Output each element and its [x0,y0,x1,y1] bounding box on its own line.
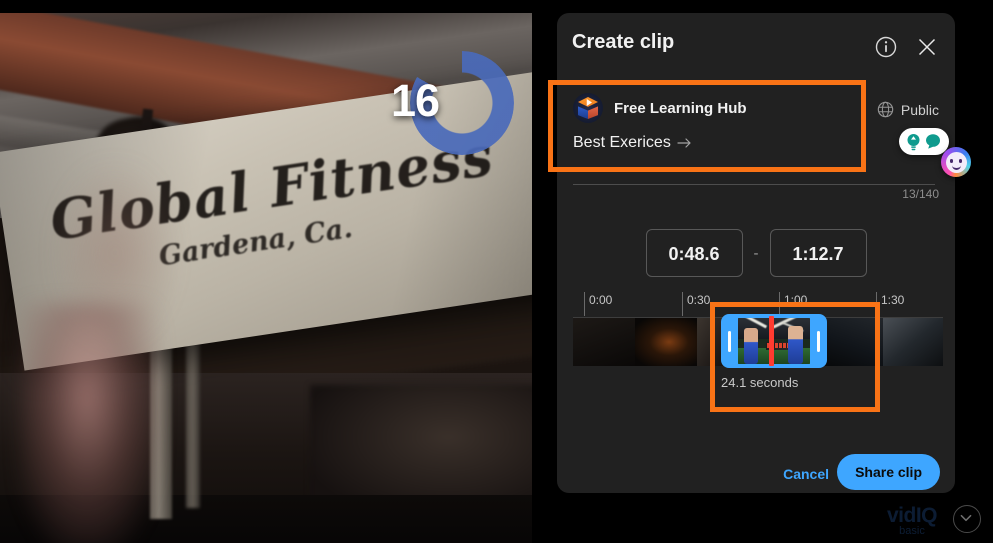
filmstrip-frame [821,318,883,366]
clip-selection-handle[interactable] [721,314,827,368]
mouse-cursor-arrow-icon [677,136,693,150]
clip-title-row[interactable]: Best Exerices [573,134,693,152]
channel-avatar-icon [573,93,603,123]
character-counter: 13/140 [902,187,939,201]
close-icon[interactable] [915,35,939,59]
share-clip-button[interactable]: Share clip [837,454,940,490]
timeline-tick [584,292,585,316]
assistant-avatar[interactable] [941,147,971,177]
assistant-badge[interactable] [899,128,949,155]
page-title: Create clip [572,31,675,53]
visibility-row[interactable]: Public [877,101,939,118]
video-person-motion-blur [20,303,160,543]
selection-grip-left[interactable] [728,331,731,352]
vidiq-watermark: vidIQ basic [886,504,938,537]
timeline-ruler: 0:00 0:30 1:00 1:30 [573,290,943,316]
clip-timeline[interactable]: 0:00 0:30 1:00 1:30 24.1 seconds [573,290,943,390]
visibility-label: Public [900,101,939,118]
timeline-tick [682,292,683,316]
cancel-button[interactable]: Cancel [783,466,829,482]
selection-grip-right[interactable] [817,331,820,352]
clip-end-time-input[interactable]: 1:12.7 [769,229,867,277]
create-clip-dialog: Create clip Free Learning Hub Best Exeri… [557,13,955,493]
filmstrip-frame [635,318,697,366]
playhead-indicator[interactable] [769,316,774,366]
channel-row: Free Learning Hub [573,93,747,123]
clip-title-input[interactable]: Best Exerices [573,134,671,152]
screenshot-root: Global Fitness Gardena, Ca. 16 Create cl… [0,0,993,543]
timeline-tick-label: 0:30 [687,293,711,307]
clip-duration-label: 24.1 seconds [721,375,799,390]
vidiq-brand: vidIQ [886,504,938,527]
clip-start-time-input[interactable]: 0:48.6 [645,229,743,277]
countdown-number: 16 [390,75,440,126]
countdown-overlay: 16 [391,51,514,155]
title-field-underline [573,184,935,185]
clip-selection-thumbnail [738,318,810,364]
timeline-tick [876,292,877,316]
time-range-row: 0:48.6 - 1:12.7 [557,229,955,277]
timeline-tick-label: 1:00 [784,293,808,307]
dialog-header: Create clip [557,13,955,75]
filmstrip-frame [883,318,943,366]
speech-bubble-icon [924,133,942,150]
info-icon[interactable] [874,35,898,59]
vidiq-plan: basic [899,525,925,537]
globe-icon [877,101,894,118]
clip-title-card[interactable]: Free Learning Hub Best Exerices [573,87,885,167]
assistant-avatar-face [945,151,967,173]
video-pillar-secondary [186,343,200,508]
channel-name: Free Learning Hub [614,99,747,117]
time-range-separator: - [753,244,759,262]
video-player[interactable]: Global Fitness Gardena, Ca. 16 [0,13,532,543]
filmstrip-frame [573,318,635,366]
chevron-down-icon[interactable] [953,505,981,533]
timeline-tick-label: 0:00 [589,293,613,307]
timeline-tick [779,292,780,316]
lightbulb-icon [906,133,921,151]
timeline-tick-label: 1:30 [881,293,905,307]
